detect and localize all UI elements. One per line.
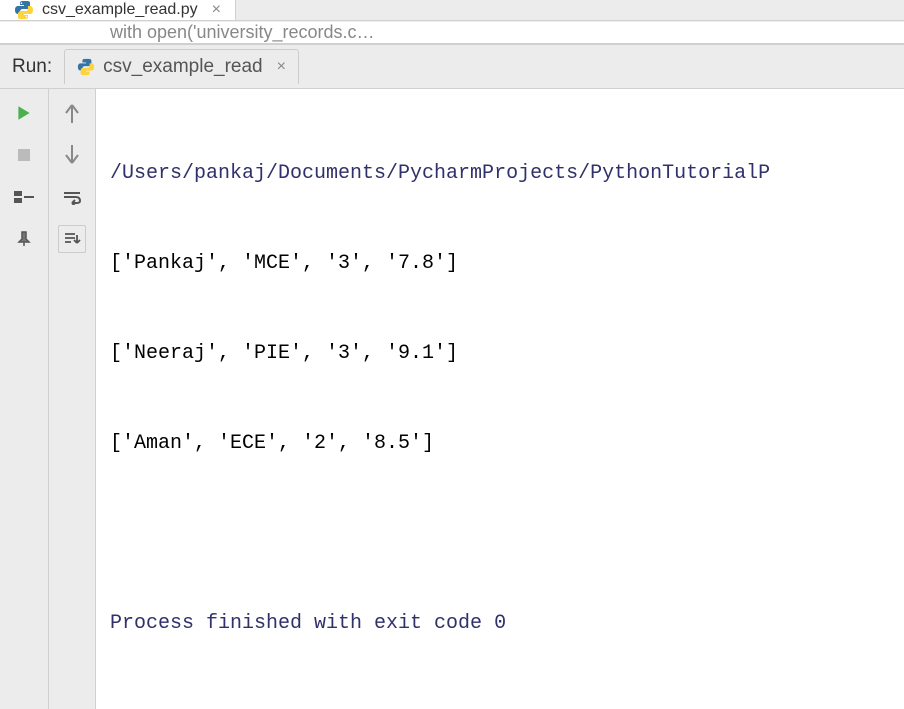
down-arrow-icon[interactable]: [58, 141, 86, 169]
console-exit-line: Process finished with exit code 0: [110, 609, 890, 639]
run-config-name: csv_example_read: [103, 56, 262, 78]
editor-tab-active[interactable]: csv_example_read.py ×: [0, 0, 236, 20]
console-line: ['Neeraj', 'PIE', '3', '9.1']: [110, 339, 890, 369]
run-tool-window: Run: csv_example_read ×: [0, 44, 904, 709]
console-line: ['Pankaj', 'MCE', '3', '7.8']: [110, 249, 890, 279]
console-line: ['Aman', 'ECE', '2', '8.5']: [110, 429, 890, 459]
stop-button[interactable]: [10, 141, 38, 169]
python-file-icon: [77, 58, 95, 76]
console-blank: [110, 519, 890, 549]
scroll-to-end-icon[interactable]: [58, 225, 86, 253]
editor-tab-filename: csv_example_read.py: [42, 1, 198, 19]
breadcrumb[interactable]: with open('university_records.c…: [0, 21, 904, 44]
python-file-icon: [14, 0, 34, 20]
breadcrumb-text: with open('university_records.c…: [110, 22, 375, 43]
run-config-tab[interactable]: csv_example_read ×: [64, 49, 299, 84]
editor-tab-bar: csv_example_read.py ×: [0, 0, 904, 21]
run-toolbar-left: [0, 89, 48, 709]
close-icon[interactable]: ×: [212, 1, 221, 19]
pin-button[interactable]: [10, 225, 38, 253]
close-icon[interactable]: ×: [277, 58, 286, 76]
up-arrow-icon[interactable]: [58, 99, 86, 127]
console-path: /Users/pankaj/Documents/PycharmProjects/…: [110, 159, 890, 189]
console-output[interactable]: /Users/pankaj/Documents/PycharmProjects/…: [96, 89, 904, 709]
rerun-button[interactable]: [10, 99, 38, 127]
run-toolbar-right: [48, 89, 96, 709]
run-header: Run: csv_example_read ×: [0, 45, 904, 89]
layout-button[interactable]: [10, 183, 38, 211]
soft-wrap-icon[interactable]: [58, 183, 86, 211]
run-label: Run:: [12, 56, 52, 78]
